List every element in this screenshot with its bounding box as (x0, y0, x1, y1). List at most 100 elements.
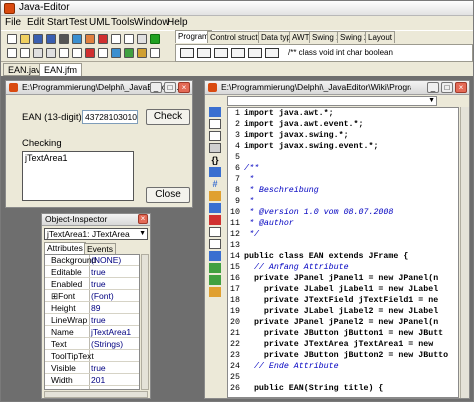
open-folder-icon[interactable] (20, 34, 30, 44)
attribute-icon[interactable] (209, 131, 221, 141)
palette-program-icon[interactable] (180, 48, 194, 58)
line-number: 9 (235, 197, 240, 206)
menu-help[interactable]: Help (167, 17, 188, 28)
check-icon[interactable] (111, 34, 121, 44)
menu-tools[interactable]: Tools (111, 17, 134, 28)
close-icon[interactable]: × (178, 82, 190, 93)
cut-icon[interactable] (85, 34, 95, 44)
palette-frame-icon[interactable] (197, 48, 211, 58)
close-button[interactable]: Close (146, 187, 190, 203)
result-textarea[interactable]: jTextArea1 (22, 151, 134, 201)
menu-window[interactable]: Window (134, 17, 170, 28)
component-select-value: jTextArea1: JTextArea (47, 229, 130, 239)
print-icon[interactable] (59, 34, 69, 44)
palette-jframe-icon[interactable] (248, 48, 262, 58)
undo-icon[interactable] (7, 48, 17, 58)
object-icon[interactable] (150, 48, 160, 58)
tab-attributes[interactable]: Attributes (44, 242, 86, 254)
tab-ean-jfm[interactable]: EAN.jfm (39, 63, 83, 76)
line-number: 4 (235, 142, 240, 151)
code-editor[interactable]: 1 import java.awt.*; 2 import java.awt.even… (227, 107, 459, 398)
chevron-down-icon[interactable]: ▼ (428, 97, 435, 105)
inspector-h-scrollbar[interactable] (44, 391, 148, 398)
uml-icon[interactable] (124, 34, 134, 44)
unindent-icon[interactable] (72, 48, 82, 58)
run-icon[interactable] (209, 263, 221, 273)
property-row[interactable]: Width 201 (45, 375, 139, 386)
debug-icon[interactable] (137, 34, 147, 44)
chevron-down-icon[interactable]: ▼ (139, 229, 146, 239)
tab-events[interactable]: Events (84, 243, 116, 254)
menu-edit[interactable]: Edit (27, 17, 44, 28)
inspector-close-icon[interactable]: × (138, 214, 148, 224)
property-row[interactable]: Visible true (45, 363, 139, 374)
ean-input[interactable]: 4372810301056 (82, 110, 138, 124)
bookmark-icon[interactable] (209, 287, 221, 297)
while-icon[interactable] (209, 227, 221, 237)
for-icon[interactable] (209, 251, 221, 261)
line-number: 3 (235, 131, 240, 140)
property-row[interactable]: LineWrap true (45, 315, 139, 326)
do-icon[interactable] (209, 239, 221, 249)
property-row[interactable]: Name jTextArea1 (45, 327, 139, 338)
switch-icon[interactable] (209, 203, 221, 213)
replace-icon[interactable] (46, 48, 56, 58)
palette-applet-icon[interactable] (231, 48, 245, 58)
inspector-scrollbar[interactable] (141, 254, 149, 390)
row-divider (45, 373, 139, 374)
ean-label: EAN (13-digit) (Pr (22, 112, 82, 123)
browser-icon[interactable] (111, 48, 121, 58)
workspace: E:\Programmierung\Delphi\_JavaEditor\...… (1, 76, 473, 401)
method-icon[interactable] (209, 119, 221, 129)
block-icon[interactable] (209, 143, 221, 153)
save-all-icon[interactable] (46, 34, 56, 44)
save-icon[interactable] (33, 34, 43, 44)
try-icon[interactable] (209, 215, 221, 225)
menu-file[interactable]: File (5, 17, 21, 28)
property-row[interactable]: Editable true (45, 267, 139, 278)
minimize-icon[interactable]: _ (150, 82, 162, 93)
property-row[interactable]: ⊞Font (Font) (45, 291, 139, 302)
maximize-icon[interactable]: □ (164, 82, 176, 93)
component-select[interactable]: jTextArea1: JTextArea ▼ (44, 228, 148, 240)
new-file-icon[interactable] (7, 34, 17, 44)
run-icon[interactable] (150, 34, 160, 44)
line-number: 23 (230, 351, 240, 360)
braces-icon[interactable]: {} (209, 155, 221, 165)
menu-uml[interactable]: UML (89, 17, 110, 28)
check-button[interactable]: Check (146, 109, 190, 125)
line-number: 6 (235, 164, 240, 173)
minimize-icon[interactable]: _ (427, 82, 439, 93)
class-icon[interactable] (137, 48, 147, 58)
code-line: 14 public class EAN extends JFrame { (228, 252, 458, 262)
property-row[interactable]: Enabled true (45, 279, 139, 290)
property-row[interactable]: Height 89 (45, 303, 139, 314)
if-icon[interactable] (209, 167, 221, 177)
structure-icon[interactable] (98, 48, 108, 58)
class-icon[interactable] (209, 107, 221, 117)
compile-icon[interactable] (98, 34, 108, 44)
member-dropdown[interactable]: ▼ (227, 96, 437, 106)
property-row[interactable]: ToolTipText (45, 351, 139, 362)
editor-window: E:\Programmierung\Delphi\_JavaEditor\Wik… (204, 80, 470, 399)
maximize-icon[interactable]: □ (441, 82, 453, 93)
editor-scrollbar[interactable] (460, 107, 469, 398)
find-icon[interactable] (33, 48, 43, 58)
comment-icon[interactable] (85, 48, 95, 58)
palette-dialog-icon[interactable] (214, 48, 228, 58)
hash-icon[interactable]: # (209, 179, 221, 189)
menu-test[interactable]: Test (69, 17, 87, 28)
step-icon[interactable] (124, 48, 134, 58)
palette-jdialog-icon[interactable] (265, 48, 279, 58)
step-icon[interactable] (209, 275, 221, 285)
loop-icon[interactable] (209, 191, 221, 201)
run-browser-icon[interactable] (72, 34, 82, 44)
palette-keywords[interactable]: /** class void int char boolean (288, 48, 393, 57)
menu-start[interactable]: Start (47, 17, 68, 28)
property-row[interactable]: Background (NONE) (45, 255, 139, 266)
redo-icon[interactable] (20, 48, 30, 58)
tab-layout[interactable]: Layout (365, 31, 396, 43)
indent-icon[interactable] (59, 48, 69, 58)
property-row[interactable]: Text (Strings) (45, 339, 139, 350)
close-icon[interactable]: × (455, 82, 467, 93)
